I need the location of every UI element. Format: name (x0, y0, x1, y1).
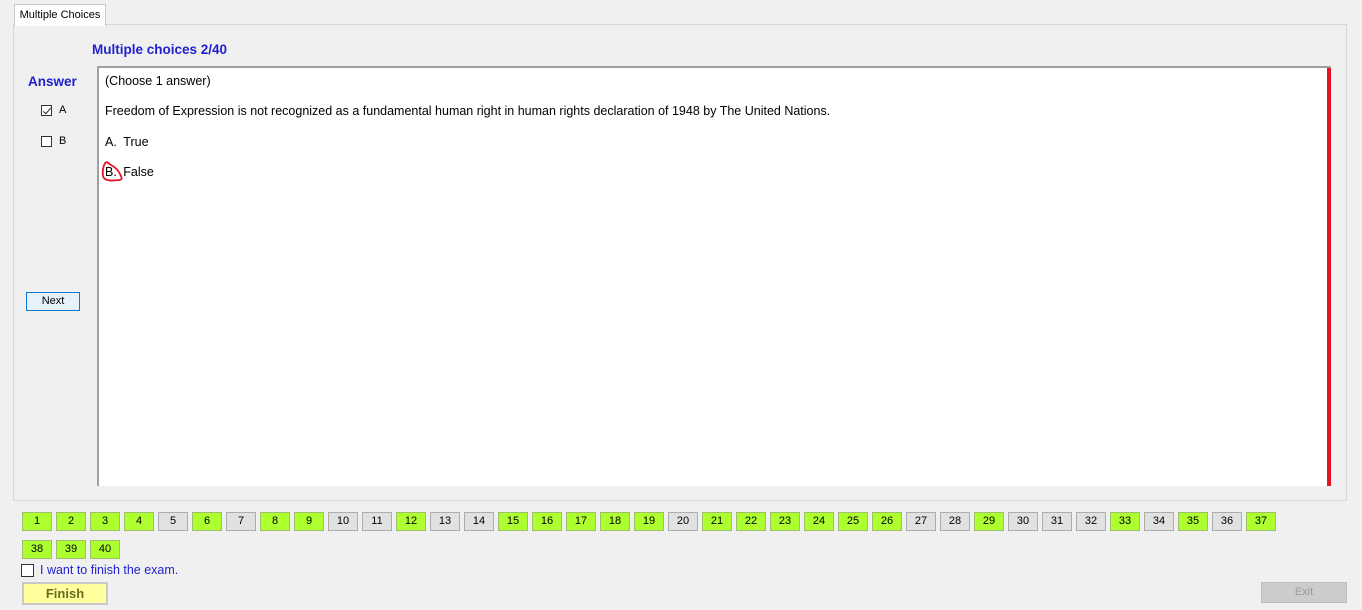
finish-exam-checkbox-row[interactable]: I want to finish the exam. (21, 563, 178, 577)
question-nav-button-39[interactable]: 39 (56, 540, 86, 559)
question-nav-button-34[interactable]: 34 (1144, 512, 1174, 531)
question-nav-button-28[interactable]: 28 (940, 512, 970, 531)
question-nav-button-5[interactable]: 5 (158, 512, 188, 531)
question-box: (Choose 1 answer) Freedom of Expression … (97, 66, 1331, 486)
question-nav-button-35[interactable]: 35 (1178, 512, 1208, 531)
question-nav-button-8[interactable]: 8 (260, 512, 290, 531)
exit-button[interactable]: Exit (1261, 582, 1347, 603)
question-nav-button-17[interactable]: 17 (566, 512, 596, 531)
question-nav-button-20[interactable]: 20 (668, 512, 698, 531)
question-nav-button-22[interactable]: 22 (736, 512, 766, 531)
answer-label: Answer (28, 74, 77, 89)
question-nav-button-33[interactable]: 33 (1110, 512, 1140, 531)
question-nav-button-30[interactable]: 30 (1008, 512, 1038, 531)
finish-exam-checkbox-label: I want to finish the exam. (40, 563, 179, 577)
question-nav-button-21[interactable]: 21 (702, 512, 732, 531)
question-nav-button-3[interactable]: 3 (90, 512, 120, 531)
red-circle-annotation-icon (101, 161, 123, 182)
choice-b-text: False (123, 165, 154, 179)
question-nav-button-6[interactable]: 6 (192, 512, 222, 531)
question-nav-button-11[interactable]: 11 (362, 512, 392, 531)
answer-option-b-label: B (59, 135, 67, 147)
next-button[interactable]: Next (26, 292, 80, 311)
question-nav-button-24[interactable]: 24 (804, 512, 834, 531)
question-nav-button-7[interactable]: 7 (226, 512, 256, 531)
answer-checkbox-b[interactable] (41, 135, 52, 147)
question-nav-button-32[interactable]: 32 (1076, 512, 1106, 531)
question-nav-button-14[interactable]: 14 (464, 512, 494, 531)
answer-option-b[interactable]: B (41, 134, 66, 148)
question-nav-button-36[interactable]: 36 (1212, 512, 1242, 531)
answer-option-a[interactable]: A (41, 103, 66, 117)
question-nav-button-26[interactable]: 26 (872, 512, 902, 531)
scrollbar[interactable] (1327, 68, 1331, 486)
page-title: Multiple choices 2/40 (92, 42, 228, 57)
finish-button[interactable]: Finish (22, 582, 108, 605)
question-nav-button-9[interactable]: 9 (294, 512, 324, 531)
question-nav-button-4[interactable]: 4 (124, 512, 154, 531)
question-nav-button-19[interactable]: 19 (634, 512, 664, 531)
choice-a: A. True (105, 135, 149, 149)
finish-exam-checkbox[interactable] (21, 563, 34, 577)
question-nav-button-27[interactable]: 27 (906, 512, 936, 531)
answer-option-a-label: A (59, 104, 67, 116)
question-instruction: (Choose 1 answer) (105, 74, 211, 88)
question-nav-button-29[interactable]: 29 (974, 512, 1004, 531)
question-nav-button-2[interactable]: 2 (56, 512, 86, 531)
question-nav-button-12[interactable]: 12 (396, 512, 426, 531)
question-nav-button-13[interactable]: 13 (430, 512, 460, 531)
question-nav-button-18[interactable]: 18 (600, 512, 630, 531)
question-text: Freedom of Expression is not recognized … (105, 104, 831, 118)
answer-checkbox-a[interactable] (41, 104, 52, 116)
question-nav-button-37[interactable]: 37 (1246, 512, 1276, 531)
question-nav-button-31[interactable]: 31 (1042, 512, 1072, 531)
choice-a-text: True (123, 135, 149, 149)
question-nav-button-16[interactable]: 16 (532, 512, 562, 531)
question-nav-button-23[interactable]: 23 (770, 512, 800, 531)
question-nav-button-38[interactable]: 38 (22, 540, 52, 559)
question-nav-button-40[interactable]: 40 (90, 540, 120, 559)
question-nav-button-10[interactable]: 10 (328, 512, 358, 531)
choice-a-letter: A. (105, 135, 117, 149)
question-nav-button-15[interactable]: 15 (498, 512, 528, 531)
tab-multiple-choices[interactable]: Multiple Choices (14, 4, 106, 26)
question-nav-button-25[interactable]: 25 (838, 512, 868, 531)
question-nav-button-1[interactable]: 1 (22, 512, 52, 531)
